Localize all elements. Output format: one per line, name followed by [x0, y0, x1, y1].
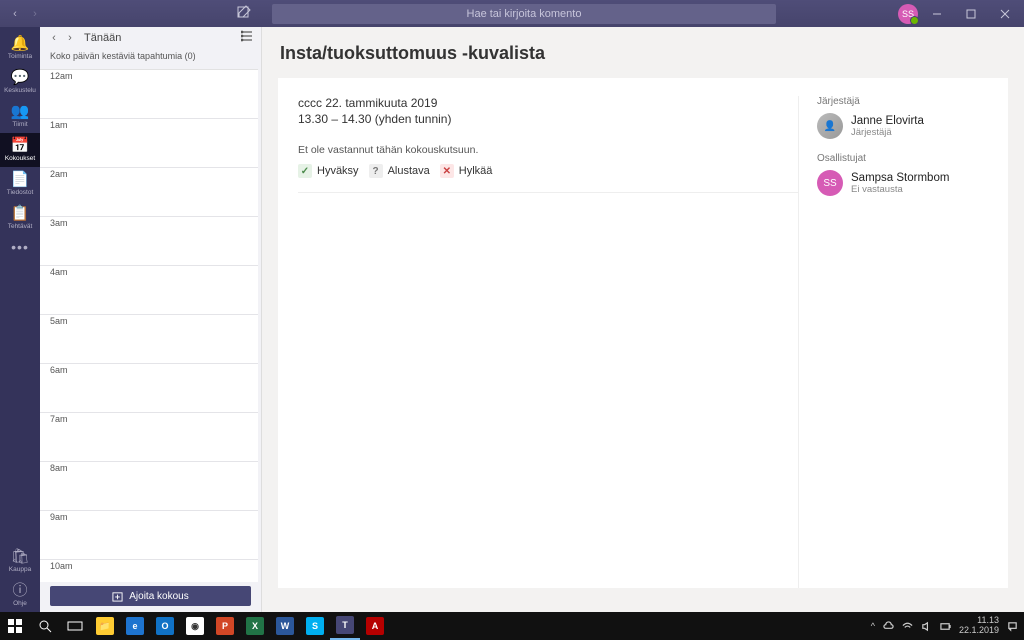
all-day-events-label: Koko päivän kestäviä tapahtumia (0)	[40, 49, 261, 64]
calendar-time-grid[interactable]: 12am 1am 2am 3am 4am 5am 6am 7am 8am 9am…	[40, 69, 258, 582]
tray-notifications-icon[interactable]	[1007, 621, 1018, 632]
schedule-meeting-button[interactable]: Ajoita kokous	[50, 586, 251, 606]
rail-item-chat[interactable]: 💬 Keskustelu	[0, 65, 40, 99]
user-avatar[interactable]: SS	[898, 4, 918, 24]
taskbar-app-acrobat[interactable]: A	[360, 612, 390, 640]
tasks-icon: 📋	[11, 206, 30, 221]
search-button[interactable]	[30, 612, 60, 640]
participant-name: Sampsa Stormbom	[851, 172, 949, 184]
meeting-detail-pane: Insta/tuoksuttomuus -kuvalista cccc 22. …	[262, 27, 1024, 612]
organizer-entry[interactable]: 👤 Janne Elovirta Järjestäjä	[817, 113, 988, 139]
rail-item-teams[interactable]: 👥 Tiimit	[0, 99, 40, 133]
window-close-button[interactable]	[990, 0, 1020, 27]
search-input[interactable]: Hae tai kirjoita komento	[272, 4, 776, 24]
hour-row[interactable]: 2am	[40, 168, 258, 217]
taskbar-app-word[interactable]: W	[270, 612, 300, 640]
hour-row[interactable]: 8am	[40, 462, 258, 511]
calendar-panel: ‹ › Tänään Koko päivän kestäviä tapahtum…	[40, 27, 262, 612]
rail-item-meetings[interactable]: 📅 Kokoukset	[0, 133, 40, 167]
avatar-icon: SS	[817, 170, 843, 196]
hour-row[interactable]: 9am	[40, 511, 258, 560]
taskbar-app-outlook[interactable]: O	[150, 612, 180, 640]
nav-forward-button[interactable]: ›	[26, 5, 44, 23]
calendar-today-label[interactable]: Tänään	[84, 32, 121, 44]
meeting-card: cccc 22. tammikuuta 2019 13.30 – 14.30 (…	[278, 78, 1008, 588]
tray-clock[interactable]: 11.13 22.1.2019	[959, 616, 999, 636]
rail-item-activity[interactable]: 🔔 Toiminta	[0, 31, 40, 65]
start-button[interactable]	[0, 612, 30, 640]
search-icon	[38, 619, 52, 633]
meeting-date: cccc 22. tammikuuta 2019	[298, 96, 798, 110]
taskbar-app-teams[interactable]: T	[330, 612, 360, 640]
taskbar-app-powerpoint[interactable]: P	[210, 612, 240, 640]
participants-heading: Osallistujat	[817, 153, 988, 164]
help-icon: ⓘ	[12, 583, 27, 598]
tray-chevron-icon[interactable]: ^	[871, 621, 875, 631]
hour-row[interactable]: 4am	[40, 266, 258, 315]
store-icon: 🛍	[10, 549, 29, 564]
decline-button[interactable]: ✕ Hylkää	[440, 164, 493, 178]
participant-entry[interactable]: SS Sampsa Stormbom Ei vastausta	[817, 170, 988, 196]
taskbar-app-skype[interactable]: S	[300, 612, 330, 640]
windows-taskbar: 📁 e O ◉ P X W S T A ^ 11.13 22.1.2019	[0, 612, 1024, 640]
rail-item-store[interactable]: 🛍 Kauppa	[0, 544, 40, 578]
calendar-plus-icon	[112, 591, 123, 602]
search-placeholder: Hae tai kirjoita komento	[467, 8, 582, 20]
hour-row[interactable]: 7am	[40, 413, 258, 462]
title-bar: ‹ › Hae tai kirjoita komento SS	[0, 0, 1024, 27]
organizer-role: Järjestäjä	[851, 127, 924, 138]
avatar-icon: 👤	[817, 113, 843, 139]
meeting-time: 13.30 – 14.30 (yhden tunnin)	[298, 112, 798, 126]
tentative-button[interactable]: ? Alustava	[369, 164, 430, 178]
teams-icon: 👥	[11, 104, 30, 119]
nav-back-button[interactable]: ‹	[6, 5, 24, 23]
taskbar-app-excel[interactable]: X	[240, 612, 270, 640]
hour-row[interactable]: 1am	[40, 119, 258, 168]
scrollbar[interactable]	[258, 69, 261, 582]
meeting-title: Insta/tuoksuttomuus -kuvalista	[262, 27, 1024, 78]
hour-row[interactable]: 6am	[40, 364, 258, 413]
window-minimize-button[interactable]	[922, 0, 952, 27]
tray-volume-icon[interactable]	[921, 621, 932, 632]
rail-item-files[interactable]: 📄 Tiedostot	[0, 167, 40, 201]
check-icon: ✓	[298, 164, 312, 178]
compose-icon[interactable]	[234, 5, 254, 22]
task-view-icon	[67, 620, 83, 632]
tray-battery-icon[interactable]	[940, 621, 951, 632]
tray-wifi-icon[interactable]	[902, 621, 913, 632]
response-prompt: Et ole vastannut tähän kokouskutsuun.	[298, 144, 798, 156]
chat-icon: 💬	[11, 70, 30, 85]
tray-cloud-icon[interactable]	[883, 621, 894, 632]
hour-row[interactable]: 5am	[40, 315, 258, 364]
hour-row[interactable]: 10am	[40, 560, 258, 582]
task-view-button[interactable]	[60, 612, 90, 640]
organizer-heading: Järjestäjä	[817, 96, 988, 107]
hour-row[interactable]: 12am	[40, 70, 258, 119]
rail-item-tasks[interactable]: 📋 Tehtävät	[0, 201, 40, 235]
hour-row[interactable]: 3am	[40, 217, 258, 266]
question-icon: ?	[369, 164, 383, 178]
participant-status: Ei vastausta	[851, 184, 949, 195]
cross-icon: ✕	[440, 164, 454, 178]
rail-more-button[interactable]: •••	[11, 239, 29, 255]
calendar-prev-button[interactable]: ‹	[48, 32, 60, 44]
calendar-icon: 📅	[11, 138, 30, 153]
rail-item-help[interactable]: ⓘ Ohje	[0, 578, 40, 612]
accept-button[interactable]: ✓ Hyväksy	[298, 164, 359, 178]
calendar-next-button[interactable]: ›	[64, 32, 76, 44]
app-rail: 🔔 Toiminta 💬 Keskustelu 👥 Tiimit 📅 Kokou…	[0, 27, 40, 612]
taskbar-app-chrome[interactable]: ◉	[180, 612, 210, 640]
windows-icon	[8, 619, 22, 633]
taskbar-app-explorer[interactable]: 📁	[90, 612, 120, 640]
files-icon: 📄	[11, 172, 30, 187]
bell-icon: 🔔	[11, 36, 30, 51]
window-maximize-button[interactable]	[956, 0, 986, 27]
taskbar-app-edge[interactable]: e	[120, 612, 150, 640]
organizer-name: Janne Elovirta	[851, 115, 924, 127]
calendar-agenda-button[interactable]	[241, 29, 253, 47]
